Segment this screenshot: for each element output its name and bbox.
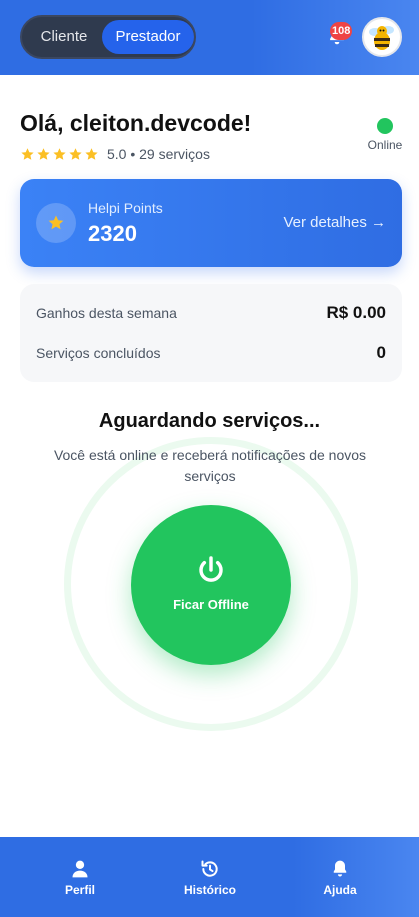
nav-item-profile[interactable]: Perfil (40, 859, 120, 897)
rating-row: 5.0 • 29 serviços (20, 145, 210, 163)
mode-toggle: Cliente Prestador (20, 15, 196, 59)
view-details-link[interactable]: Ver detalhes → (283, 214, 386, 231)
bell-icon (333, 860, 347, 877)
completed-services-label: Serviços concluídos (36, 345, 161, 361)
points-value: 2320 (88, 221, 137, 246)
bee-avatar-icon (369, 26, 394, 50)
completed-services-value: 0 (376, 343, 386, 362)
go-offline-label: Ficar Offline (173, 597, 249, 612)
rating-text: 5.0 • 29 serviços (107, 146, 210, 162)
star-icon (53, 147, 66, 160)
avatar[interactable] (362, 17, 402, 57)
weekly-earnings-label: Ganhos desta semana (36, 305, 177, 321)
mode-client-button[interactable]: Cliente (28, 20, 100, 54)
star-icon (85, 147, 98, 160)
star-icon (69, 147, 82, 160)
nav-item-history[interactable]: Histórico (170, 859, 250, 897)
online-status-indicator (377, 118, 393, 134)
power-icon (199, 556, 223, 582)
app-header: Cliente Prestador 108 (0, 0, 419, 75)
helpi-points-card[interactable]: Helpi Points 2320 Ver detalhes → (20, 179, 402, 267)
rating-stars (20, 147, 99, 162)
star-icon (37, 147, 50, 160)
waiting-title: Aguardando serviços... (98, 410, 321, 432)
user-icon (72, 860, 88, 878)
points-star-icon (36, 203, 76, 243)
bottom-nav: Perfil Histórico Ajuda (0, 837, 419, 917)
nav-history-label: Histórico (183, 883, 236, 897)
weekly-earnings-value: R$ 0.00 (326, 303, 386, 322)
star-icon (21, 147, 34, 160)
waiting-description: Você está online e receberá notificações… (53, 447, 367, 484)
weekly-earnings-row: Ganhos desta semana R$ 0.00 (36, 302, 386, 324)
points-label: Helpi Points (88, 200, 163, 216)
go-offline-button[interactable]: Ficar Offline (131, 505, 291, 665)
online-status-label: Online (367, 138, 403, 152)
nav-item-help[interactable]: Ajuda (300, 859, 380, 897)
nav-profile-label: Perfil (64, 883, 95, 897)
nav-help-label: Ajuda (323, 883, 357, 897)
mode-provider-button[interactable]: Prestador (102, 20, 194, 54)
greeting-title: Olá, cleiton.devcode! (20, 110, 252, 136)
completed-services-row: Serviços concluídos 0 (36, 342, 386, 364)
stats-card: Ganhos desta semana R$ 0.00 Serviços con… (20, 284, 402, 382)
history-icon (201, 860, 218, 877)
notification-badge: 108 (330, 22, 353, 40)
